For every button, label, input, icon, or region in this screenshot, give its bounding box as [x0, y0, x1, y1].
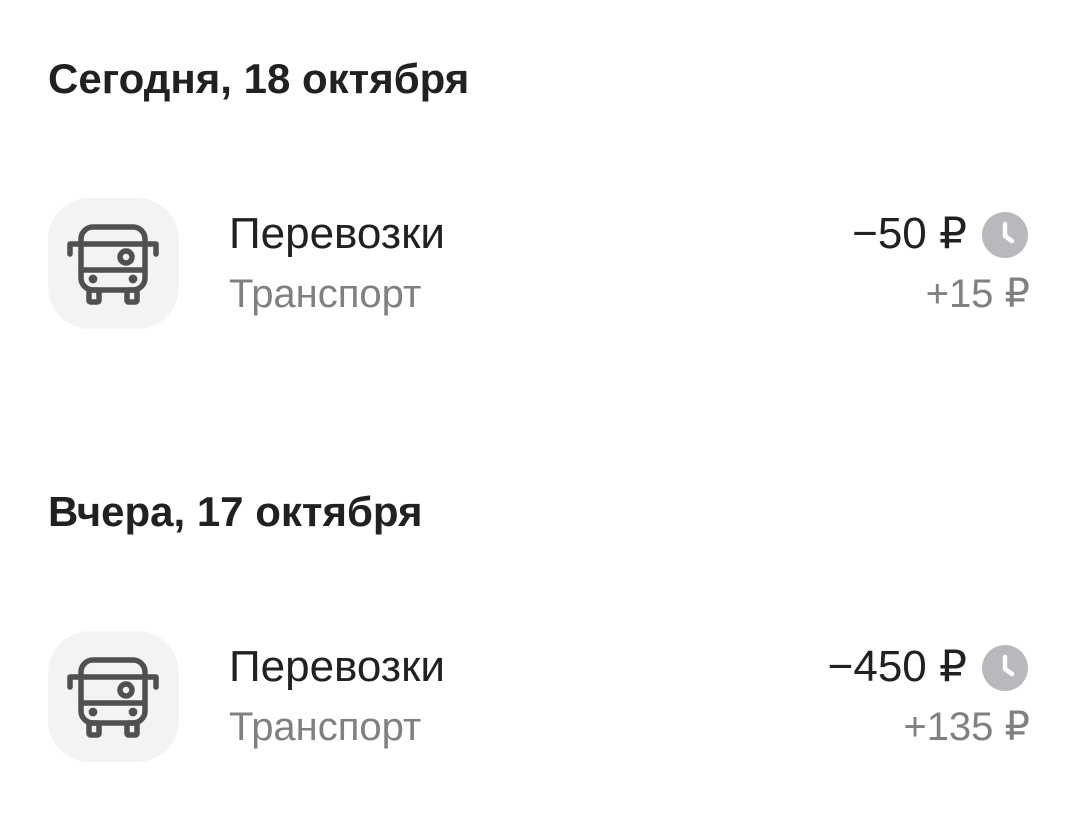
transaction-cashback: +15 ₽: [925, 272, 1030, 316]
category-icon-container: [48, 198, 179, 329]
transaction-category: Транспорт: [229, 272, 422, 316]
transaction-row[interactable]: Перевозки Транспорт −450 ₽ +135 ₽: [0, 631, 1080, 765]
transaction-name: Перевозки: [229, 209, 445, 258]
bus-icon: [67, 224, 159, 305]
clock-icon: [982, 212, 1028, 258]
bus-icon: [67, 657, 159, 738]
transaction-name: Перевозки: [229, 642, 445, 691]
day-header: Сегодня, 18 октября: [48, 55, 470, 102]
day-header: Вчера, 17 октября: [48, 488, 423, 535]
category-icon-container: [48, 631, 179, 762]
transaction-amount: −50 ₽: [852, 209, 967, 258]
transaction-cashback: +135 ₽: [903, 705, 1030, 749]
transaction-category: Транспорт: [229, 705, 422, 749]
transaction-amount: −450 ₽: [827, 642, 967, 691]
clock-icon: [982, 645, 1028, 691]
transaction-row[interactable]: Перевозки Транспорт −50 ₽ +15 ₽: [0, 198, 1080, 332]
